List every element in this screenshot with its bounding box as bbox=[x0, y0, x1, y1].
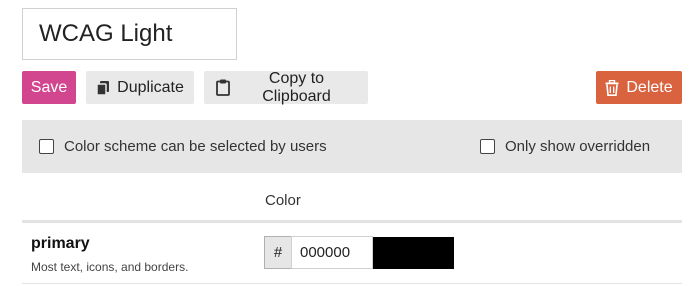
duplicate-label: Duplicate bbox=[117, 78, 184, 96]
delete-label: Delete bbox=[626, 78, 673, 96]
trash-icon bbox=[605, 79, 619, 96]
user-selectable-label: Color scheme can be selected by users bbox=[64, 138, 327, 155]
color-variable-description: Most text, icons, and borders. bbox=[31, 260, 189, 274]
header-divider bbox=[22, 220, 682, 223]
row-divider bbox=[22, 283, 682, 284]
duplicate-button[interactable]: Duplicate bbox=[86, 71, 194, 104]
clipboard-icon bbox=[216, 79, 230, 96]
save-button[interactable]: Save bbox=[22, 71, 76, 104]
copy-icon bbox=[96, 80, 110, 96]
color-column-header: Color bbox=[265, 192, 301, 209]
only-overridden-checkbox[interactable] bbox=[480, 139, 495, 154]
copy-label: Copy to Clipboard bbox=[262, 69, 331, 105]
options-bar: Color scheme can be selected by users On… bbox=[22, 120, 682, 173]
user-selectable-checkbox[interactable] bbox=[39, 139, 54, 154]
only-overridden-label: Only show overridden bbox=[505, 138, 651, 155]
save-label: Save bbox=[30, 78, 68, 96]
color-variable-name: primary bbox=[31, 235, 90, 252]
color-swatch[interactable] bbox=[373, 237, 454, 269]
hex-color-input[interactable] bbox=[291, 236, 373, 269]
user-selectable-option[interactable]: Color scheme can be selected by users bbox=[39, 120, 327, 173]
only-overridden-option[interactable]: Only show overridden bbox=[480, 120, 650, 173]
delete-button[interactable]: Delete bbox=[596, 71, 682, 104]
scheme-name-input[interactable] bbox=[22, 8, 237, 60]
hash-prefix: # bbox=[264, 236, 292, 269]
copy-to-clipboard-button[interactable]: Copy to Clipboard bbox=[204, 69, 368, 105]
